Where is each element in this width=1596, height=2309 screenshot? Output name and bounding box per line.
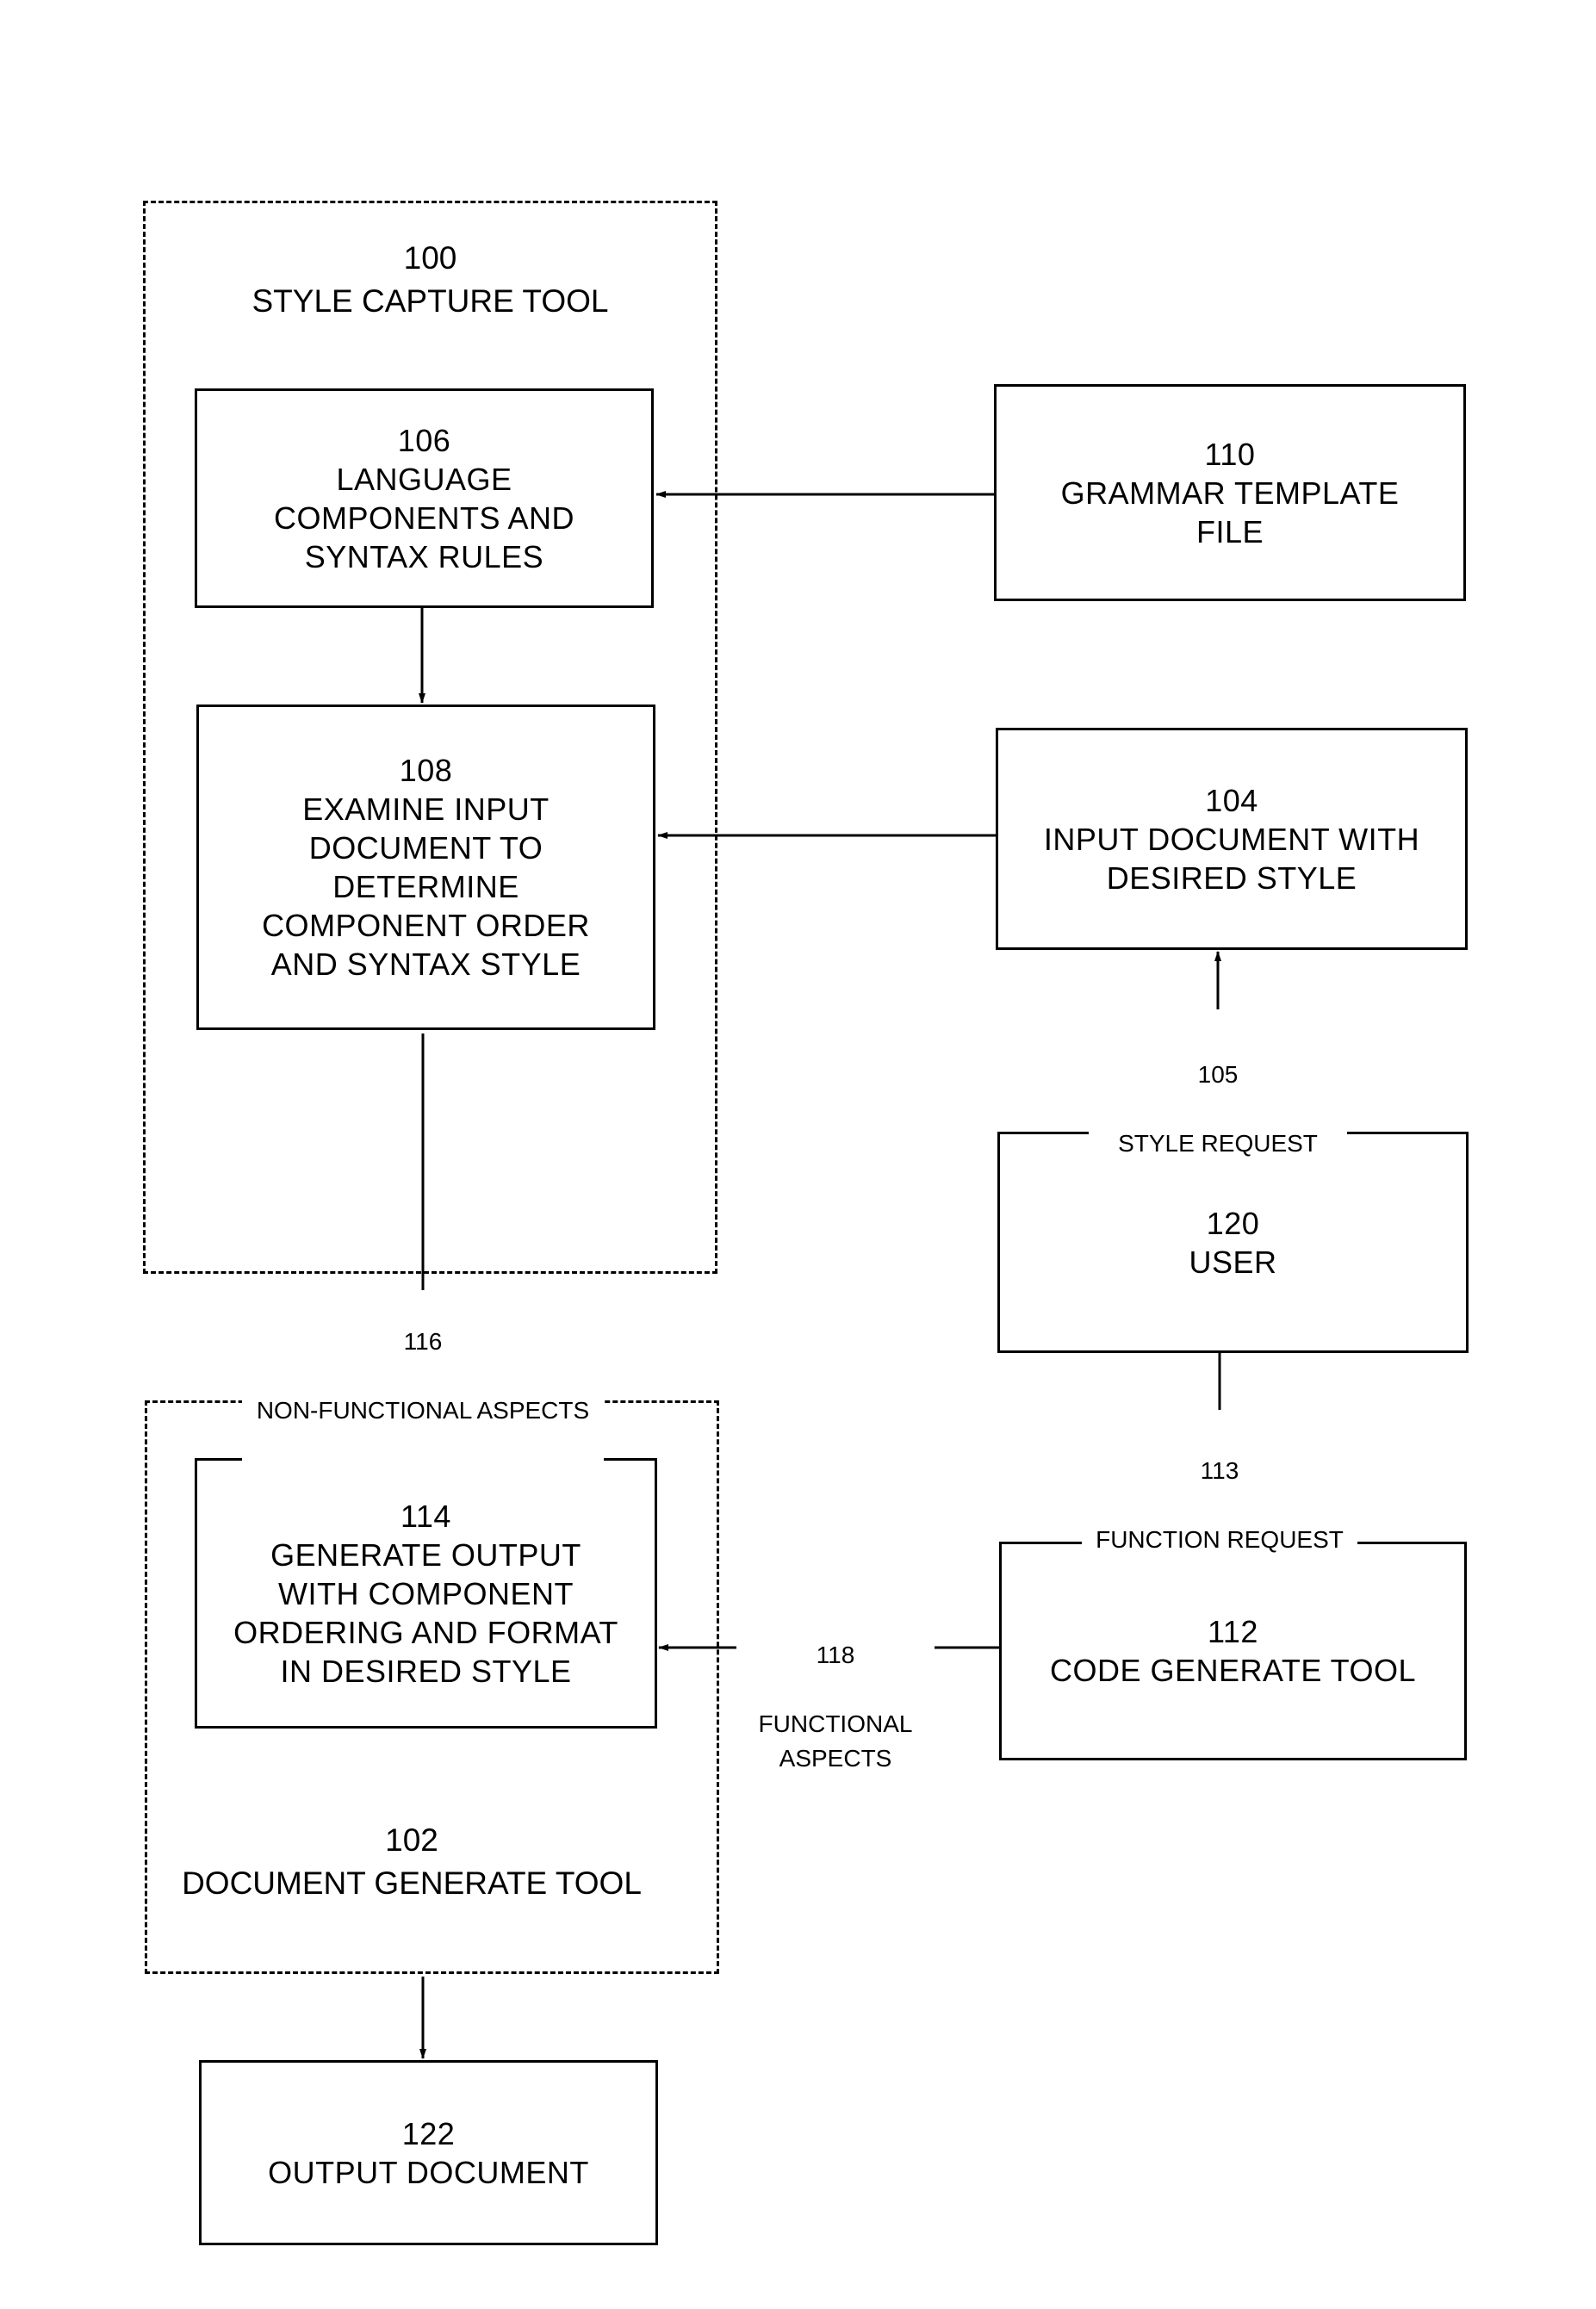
edge-label-non-functional-aspects: 116 NON-FUNCTIONAL ASPECTS (242, 1290, 604, 1462)
edge-number: 118 (816, 1642, 855, 1668)
edge-text: NON-FUNCTIONAL ASPECTS (256, 1397, 590, 1424)
edge-text: FUNCTIONAL ASPECTS (758, 1710, 913, 1772)
edge-number: 116 (403, 1328, 443, 1355)
flow-diagram: 100 STYLE CAPTURE TOOL 102 DOCUMENT GENE… (0, 0, 1596, 2309)
edges-layer (419, 491, 1223, 2059)
edge-number: 113 (1200, 1457, 1239, 1484)
edge-text: STYLE REQUEST (1118, 1130, 1318, 1157)
edge-text: FUNCTION REQUEST (1096, 1526, 1344, 1553)
edge-number: 105 (1197, 1061, 1239, 1088)
edge-label-style-request: 105 STYLE REQUEST (1089, 1023, 1347, 1195)
edge-label-functional-aspects: 118 FUNCTIONAL ASPECTS (741, 1604, 930, 1810)
edge-label-function-request: 113 FUNCTION REQUEST (1082, 1419, 1357, 1592)
